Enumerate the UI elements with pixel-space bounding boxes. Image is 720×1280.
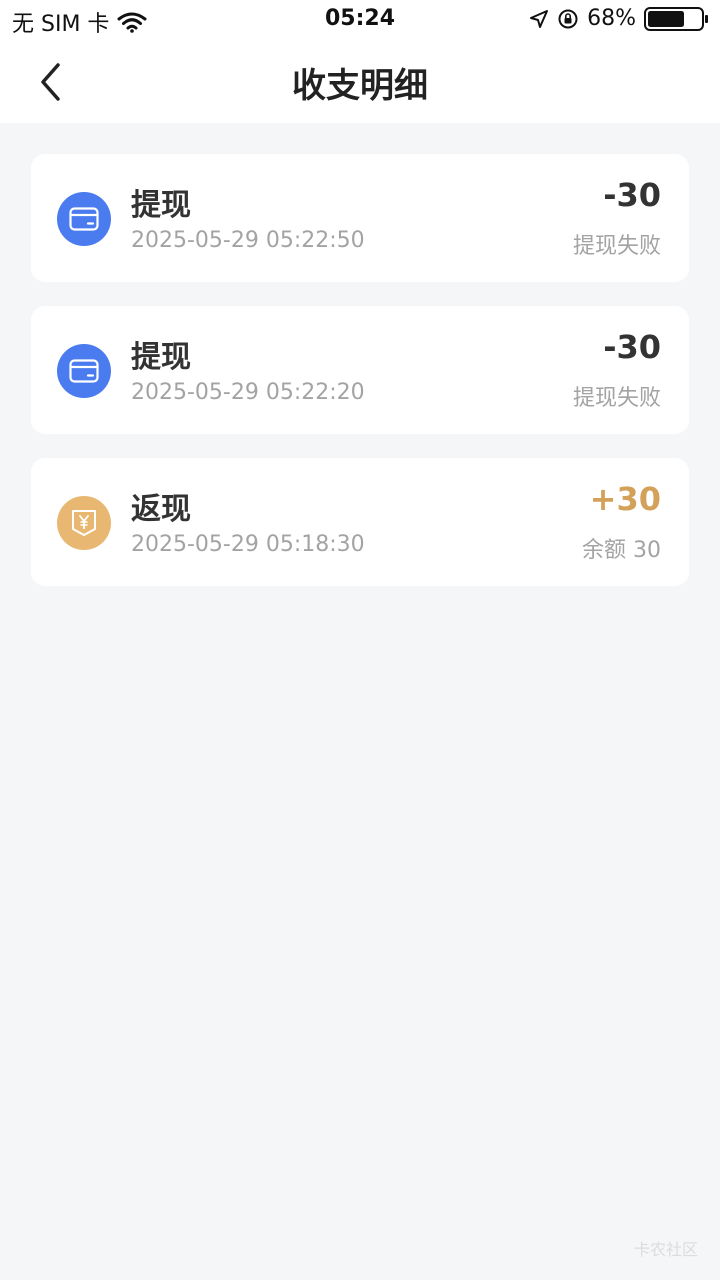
record-status: 提现失败 bbox=[572, 386, 661, 411]
top-area: 无 SIM 卡 05:24 68% 收支明细 bbox=[0, 0, 720, 123]
card-icon bbox=[69, 207, 99, 231]
nav-bar: 收支明细 bbox=[0, 40, 720, 123]
location-arrow-icon bbox=[530, 9, 549, 28]
record-title: 返现 bbox=[131, 492, 191, 527]
status-bar: 无 SIM 卡 05:24 68% bbox=[0, 0, 720, 40]
record-title: 提现 bbox=[131, 340, 191, 375]
record-icon bbox=[57, 344, 111, 398]
orientation-lock-icon bbox=[558, 9, 578, 28]
battery-icon bbox=[644, 6, 708, 31]
record-item[interactable]: 提现 2025-05-29 05:22:20 -30 提现失败 bbox=[31, 306, 689, 434]
battery-percent: 68% bbox=[587, 6, 636, 31]
record-list: 提现 2025-05-29 05:22:50 -30 提现失败 提现 2025-… bbox=[31, 154, 689, 610]
record-time: 2025-05-29 05:22:20 bbox=[131, 380, 365, 405]
page-title: 收支明细 bbox=[292, 66, 428, 106]
record-time: 2025-05-29 05:18:30 bbox=[131, 532, 365, 557]
record-amount: -30 bbox=[603, 328, 661, 366]
record-status: 余额 30 bbox=[582, 538, 661, 563]
record-amount: +30 bbox=[589, 480, 661, 518]
record-title: 提现 bbox=[131, 188, 191, 223]
record-status: 提现失败 bbox=[572, 234, 661, 259]
record-item[interactable]: 提现 2025-05-29 05:22:50 -30 提现失败 bbox=[31, 154, 689, 282]
card-icon bbox=[69, 359, 99, 383]
record-time: 2025-05-29 05:22:50 bbox=[131, 228, 365, 253]
watermark: 卡农社区 bbox=[633, 1240, 698, 1259]
record-amount: -30 bbox=[603, 176, 661, 214]
record-icon bbox=[57, 192, 111, 246]
record-icon bbox=[57, 496, 111, 550]
record-item[interactable]: 返现 2025-05-29 05:18:30 +30 余额 30 bbox=[31, 458, 689, 586]
yuan-icon bbox=[72, 510, 96, 536]
status-right: 68% bbox=[529, 6, 710, 31]
